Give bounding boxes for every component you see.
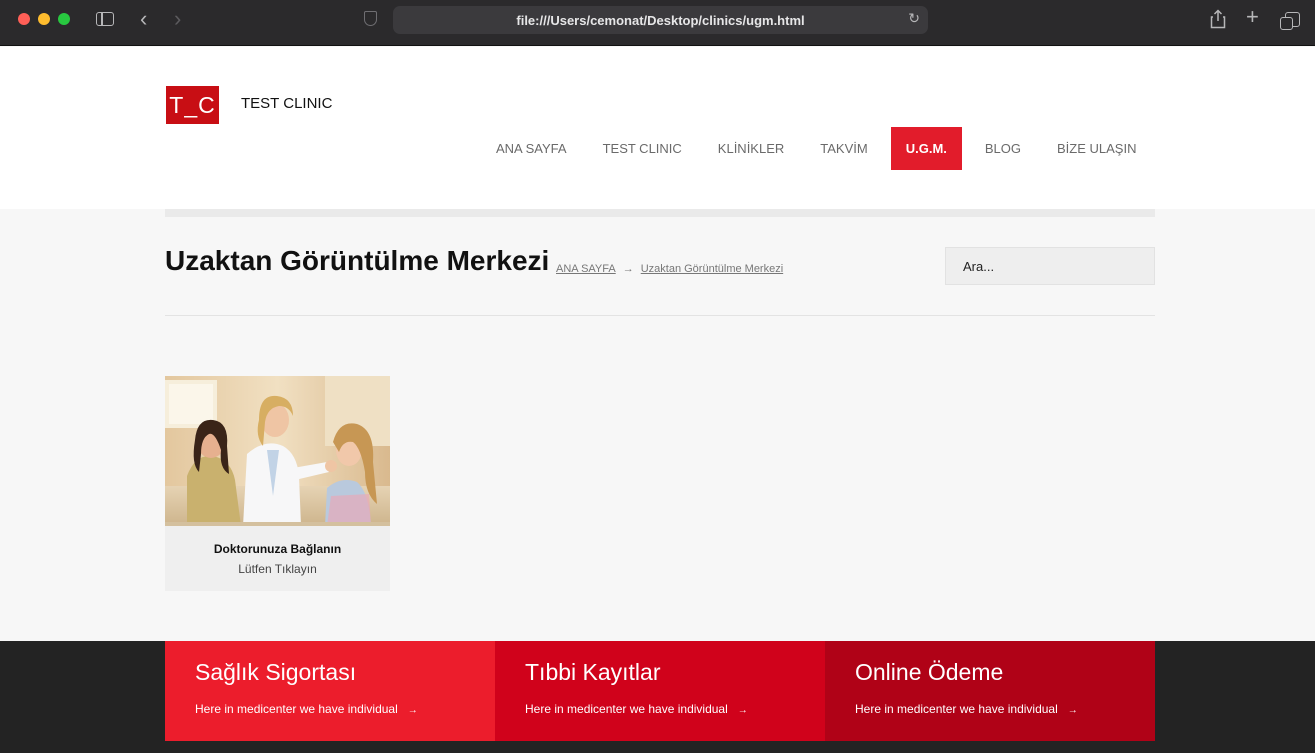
footer-box-link[interactable]: Here in medicenter we have individual → (195, 700, 465, 718)
site-header: T_C TEST CLINIC ANA SAYFA TEST CLINIC KL… (0, 47, 1315, 209)
nav-item-blog[interactable]: BLOG (967, 127, 1039, 170)
new-tab-icon[interactable]: + (1246, 6, 1259, 28)
breadcrumb: ANA SAYFA → Uzaktan Görüntülme Merkezi (556, 263, 783, 275)
header-divider-strip (165, 209, 1155, 217)
back-arrow-icon[interactable]: ‹ (140, 8, 147, 30)
main-nav: ANA SAYFA TEST CLINIC KLİNİKLER TAKVİM U… (478, 127, 1154, 170)
footer-box-tibbi-kayitlar[interactable]: Tıbbi Kayıtlar Here in medicenter we hav… (495, 641, 825, 741)
breadcrumb-current-link[interactable]: Uzaktan Görüntülme Merkezi (641, 263, 783, 275)
nav-item-ugm[interactable]: U.G.M. (890, 127, 962, 170)
forward-arrow-icon[interactable]: › (174, 8, 181, 30)
footer-box-text: Here in medicenter we have individual (195, 702, 398, 716)
breadcrumb-home-link[interactable]: ANA SAYFA (556, 263, 616, 275)
footer-box-online-odeme[interactable]: Online Ödeme Here in medicenter we have … (825, 641, 1155, 741)
nav-item-test-clinic[interactable]: TEST CLINIC (585, 127, 700, 170)
browser-toolbar: ‹ › file:///Users/cemonat/Desktop/clinic… (0, 0, 1315, 46)
privacy-shield-icon[interactable] (364, 11, 377, 26)
footer-box-link[interactable]: Here in medicenter we have individual → (525, 700, 795, 718)
footer-box-title: Online Ödeme (855, 659, 1004, 685)
tab-overview-icon[interactable] (1280, 12, 1300, 30)
share-icon[interactable] (1210, 9, 1226, 33)
page-title: Uzaktan Görüntülme Merkezi (165, 245, 550, 276)
nav-item-takvim[interactable]: TAKVİM (802, 127, 885, 170)
footer-box-text: Here in medicenter we have individual (855, 702, 1058, 716)
doctor-patient-photo (165, 376, 390, 526)
footer-box-text: Here in medicenter we have individual (525, 702, 728, 716)
site-logo[interactable]: T_C (166, 86, 219, 124)
title-divider (165, 315, 1155, 316)
card-title[interactable]: Doktorunuza Bağlanın (165, 542, 390, 556)
close-window-button[interactable] (18, 13, 30, 25)
footer: Sağlık Sigortası Here in medicenter we h… (0, 641, 1315, 753)
footer-box-link[interactable]: Here in medicenter we have individual → (855, 700, 1125, 718)
breadcrumb-arrow-icon: → (622, 263, 634, 275)
site-name[interactable]: TEST CLINIC (241, 95, 332, 112)
nav-item-klinikler[interactable]: KLİNİKLER (700, 127, 802, 170)
reload-icon[interactable]: ↻ (908, 10, 920, 27)
footer-box-saglik-sigortasi[interactable]: Sağlık Sigortası Here in medicenter we h… (165, 641, 495, 741)
arrow-right-icon: → (1067, 705, 1078, 716)
nav-item-bize-ulasin[interactable]: BİZE ULAŞIN (1039, 127, 1154, 170)
sidebar-toggle-icon[interactable] (96, 12, 114, 26)
card-subtitle[interactable]: Lütfen Tıklayın (165, 562, 390, 576)
minimize-window-button[interactable] (38, 13, 50, 25)
arrow-right-icon: → (737, 705, 748, 716)
address-bar[interactable]: file:///Users/cemonat/Desktop/clinics/ug… (393, 6, 928, 34)
share-icon-svg (1210, 9, 1226, 29)
footer-box-title: Tıbbi Kayıtlar (525, 659, 661, 685)
connect-doctor-card[interactable]: Doktorunuza Bağlanın Lütfen Tıklayın (165, 376, 390, 591)
footer-box-title: Sağlık Sigortası (195, 659, 357, 685)
card-image[interactable] (165, 376, 390, 526)
search-input[interactable] (945, 247, 1155, 285)
nav-item-ana-sayfa[interactable]: ANA SAYFA (478, 127, 585, 170)
maximize-window-button[interactable] (58, 13, 70, 25)
address-bar-url: file:///Users/cemonat/Desktop/clinics/ug… (516, 13, 805, 28)
arrow-right-icon: → (407, 705, 418, 716)
